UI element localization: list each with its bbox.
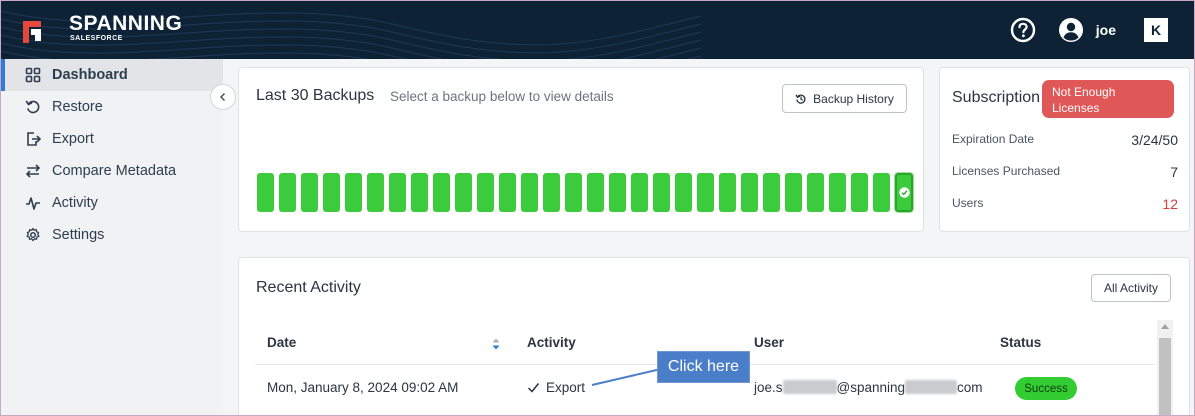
app-window: SPANNING SALESFORCE joe K Dashboard Rest… xyxy=(0,0,1195,416)
click-here-callout: Click here xyxy=(657,351,750,383)
callout-pointer xyxy=(591,368,662,386)
